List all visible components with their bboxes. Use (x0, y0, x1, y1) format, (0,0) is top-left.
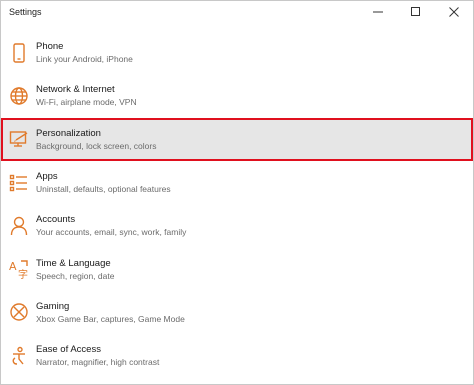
window-title: Settings (9, 7, 42, 17)
item-description: Link your Android, iPhone (36, 54, 133, 65)
svg-text:字: 字 (18, 268, 28, 279)
close-button[interactable] (435, 1, 473, 23)
settings-item-apps[interactable]: Apps Uninstall, defaults, optional featu… (1, 161, 473, 204)
item-label: Phone (36, 41, 64, 53)
apps-list-icon (4, 169, 34, 197)
item-label: Network & Internet (36, 84, 115, 96)
item-label: Time & Language (36, 257, 111, 269)
window-controls (359, 1, 473, 23)
settings-item-time-language[interactable]: A 字 Time & Language Speech, region, date (1, 247, 473, 290)
item-description: Your accounts, email, sync, work, family (36, 227, 187, 238)
minimize-button[interactable] (359, 1, 397, 23)
settings-item-accounts[interactable]: Accounts Your accounts, email, sync, wor… (1, 204, 473, 247)
personalization-icon (4, 125, 34, 153)
item-description: Speech, region, date (36, 270, 115, 281)
settings-item-network[interactable]: Network & Internet Wi-Fi, airplane mode,… (1, 74, 473, 117)
item-description: Narrator, magnifier, high contrast (36, 357, 160, 368)
minimize-icon (373, 11, 383, 13)
item-label: Personalization (36, 127, 101, 139)
item-description: Background, lock screen, colors (36, 140, 157, 151)
settings-window: Settings Phone Link your Android, iPhone… (0, 0, 474, 385)
phone-icon (4, 39, 34, 67)
settings-item-phone[interactable]: Phone Link your Android, iPhone (1, 31, 473, 74)
close-icon (449, 7, 459, 17)
item-description: Xbox Game Bar, captures, Game Mode (36, 313, 185, 324)
settings-item-personalization[interactable]: Personalization Background, lock screen,… (1, 117, 473, 161)
item-label: Ease of Access (36, 344, 101, 356)
maximize-icon (411, 7, 420, 16)
item-description: Wi-Fi, airplane mode, VPN (36, 97, 137, 108)
svg-text:A: A (9, 260, 17, 273)
person-icon (4, 212, 34, 240)
globe-icon (4, 82, 34, 110)
settings-item-gaming[interactable]: Gaming Xbox Game Bar, captures, Game Mod… (1, 291, 473, 334)
xbox-icon (4, 298, 34, 326)
title-bar: Settings (1, 1, 473, 23)
item-description: Uninstall, defaults, optional features (36, 184, 171, 195)
time-language-icon: A 字 (4, 255, 34, 283)
settings-category-list: Phone Link your Android, iPhone Network … (1, 31, 473, 377)
settings-item-ease-of-access[interactable]: Ease of Access Narrator, magnifier, high… (1, 334, 473, 377)
ease-of-access-icon (4, 342, 34, 370)
item-label: Apps (36, 171, 58, 183)
item-label: Gaming (36, 300, 70, 312)
maximize-button[interactable] (397, 1, 435, 23)
item-label: Accounts (36, 214, 76, 226)
